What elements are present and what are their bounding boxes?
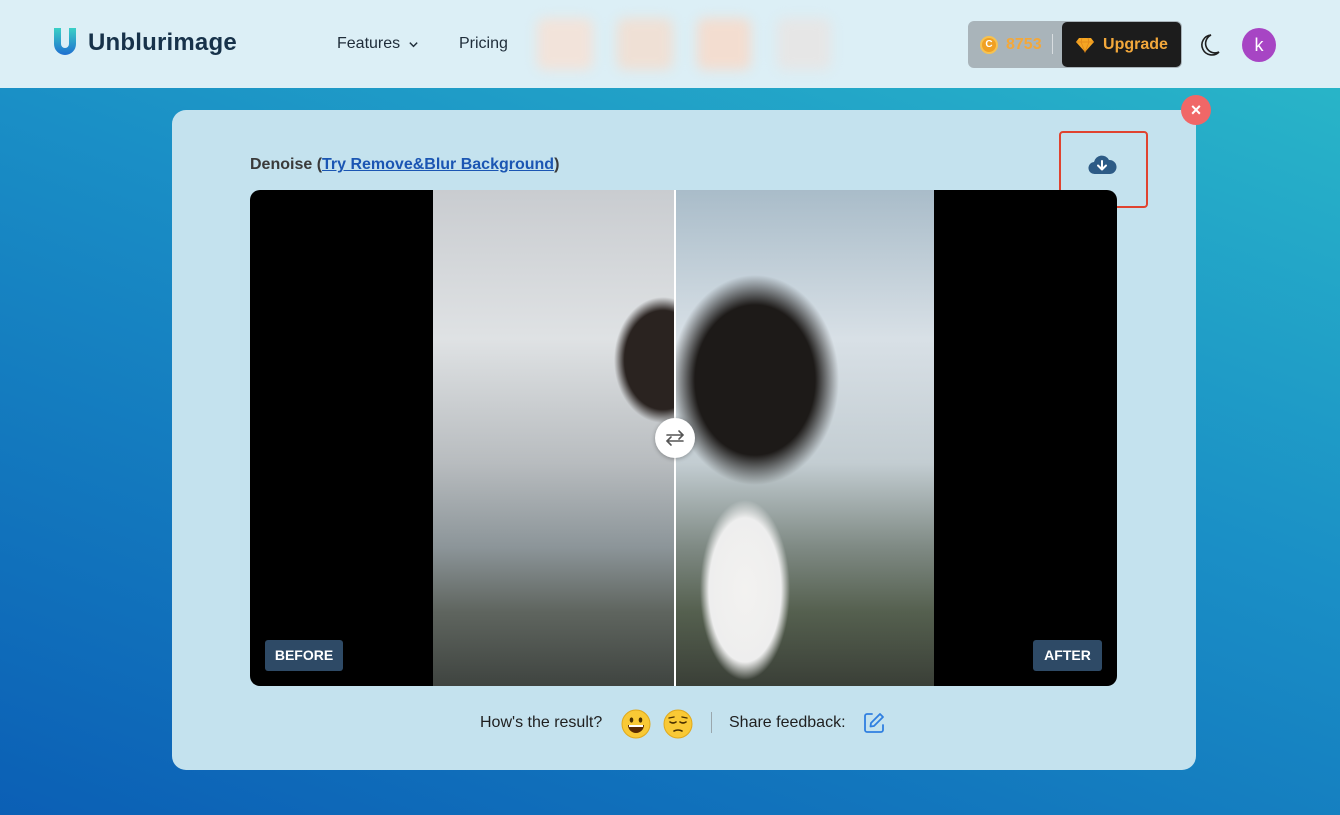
before-badge: BEFORE xyxy=(265,640,343,671)
pensive-face-icon[interactable] xyxy=(663,709,693,739)
remove-blur-background-link[interactable]: Try Remove&Blur Background xyxy=(322,156,554,173)
comparison-slider-handle[interactable] xyxy=(655,418,695,458)
grinning-face-icon[interactable] xyxy=(621,709,651,739)
blurred-thumbnail xyxy=(537,18,593,70)
blurred-thumbnail xyxy=(777,18,831,70)
modal-title: Denoise (Try Remove&Blur Background) xyxy=(250,156,559,174)
before-image xyxy=(433,190,675,686)
blurred-thumbnail xyxy=(617,18,673,70)
coin-icon: C xyxy=(980,36,998,54)
nav-pricing-label: Pricing xyxy=(459,35,508,52)
chevron-down-icon xyxy=(409,41,418,47)
brand-name: Unblurimage xyxy=(88,29,237,56)
divider xyxy=(711,712,712,733)
nav-features-label: Features xyxy=(337,35,401,52)
logo-icon xyxy=(54,28,76,55)
credit-count: 8753 xyxy=(1006,36,1042,53)
brand-logo[interactable]: Unblurimage xyxy=(50,26,237,60)
share-feedback-label: Share feedback: xyxy=(729,714,846,731)
avatar[interactable]: k xyxy=(1242,28,1276,62)
feedback-question: How's the result? xyxy=(480,714,603,731)
nav-features[interactable]: Features xyxy=(337,35,419,53)
top-header: Unblurimage Features Pricing C 8753 Upgr… xyxy=(0,0,1340,88)
moon-icon[interactable] xyxy=(1199,33,1221,57)
title-suffix: ) xyxy=(554,156,560,173)
upgrade-button[interactable]: Upgrade xyxy=(1062,22,1181,67)
divider xyxy=(1052,34,1053,54)
edit-icon[interactable] xyxy=(862,711,886,735)
upgrade-label: Upgrade xyxy=(1103,35,1168,53)
close-icon[interactable]: × xyxy=(1181,95,1211,125)
after-badge: AFTER xyxy=(1033,640,1102,671)
swap-arrows-icon xyxy=(665,430,685,446)
blurred-thumbnail xyxy=(697,18,751,70)
nav-pricing[interactable]: Pricing xyxy=(459,35,508,53)
gem-icon xyxy=(1076,37,1095,53)
after-image xyxy=(675,190,934,686)
title-prefix: Denoise ( xyxy=(250,156,323,173)
